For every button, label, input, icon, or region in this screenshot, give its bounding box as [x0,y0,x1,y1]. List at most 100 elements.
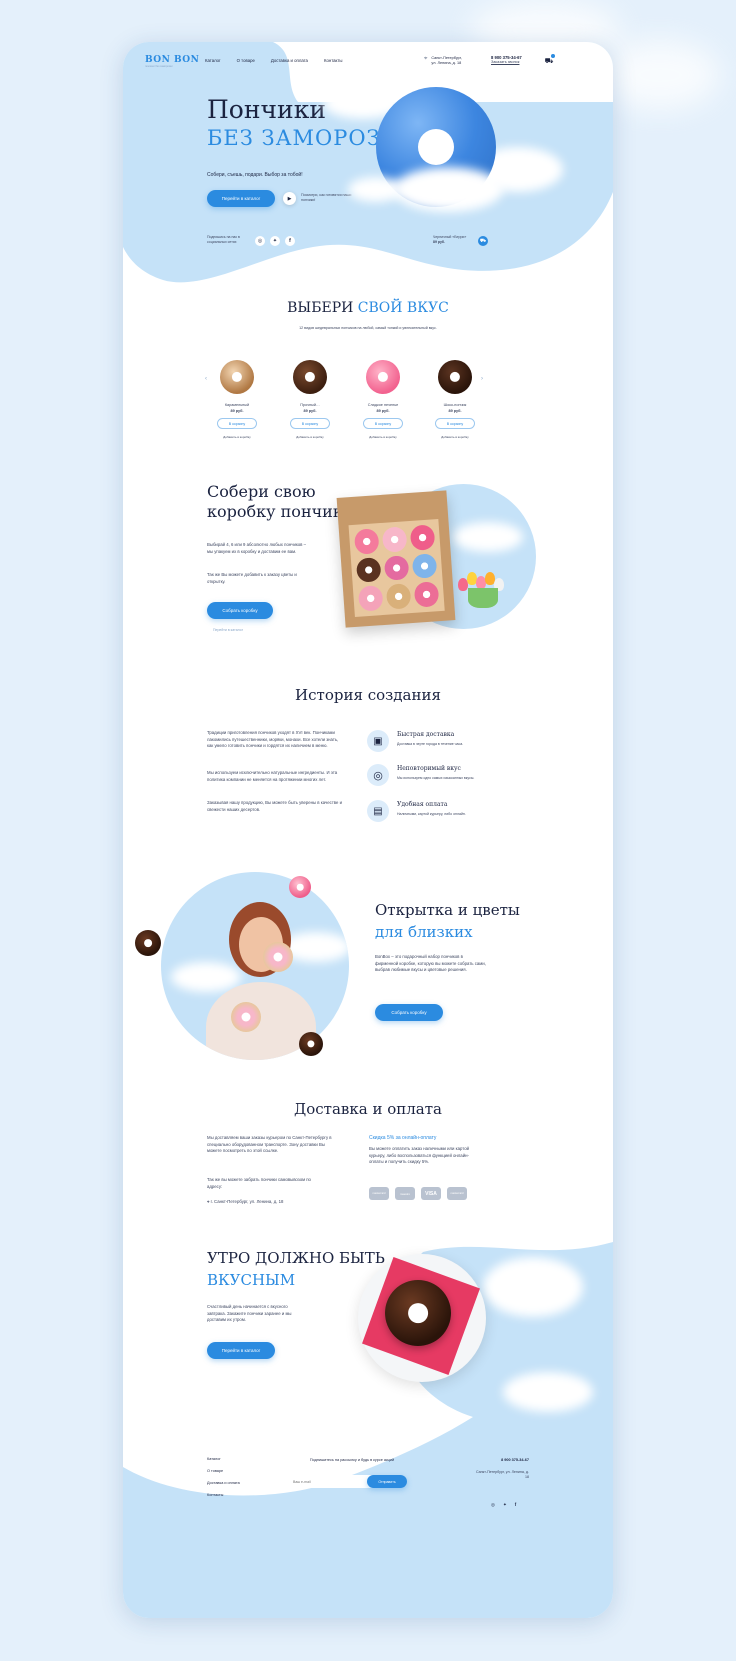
flavor-add-button[interactable]: В корзину [435,418,475,429]
flavor-donut-image [293,360,327,394]
hero-add-to-cart-button[interactable]: ⛟ [478,236,488,246]
box-donut [411,552,438,580]
flavor-add-box-link[interactable]: Добавить в коробку [207,434,267,441]
morning-title-line2: вкусным [207,1271,296,1289]
email-input[interactable] [293,1478,363,1485]
box-donut [385,583,412,610]
morning-catalog-button[interactable]: Перейти в каталог [207,1342,275,1359]
box-donut [413,581,440,608]
flavor-price: 89 руб. [448,409,462,413]
morning-text: Счастливый день начинается с вкусного за… [207,1304,292,1322]
flavor-price: 89 руб. [230,409,244,413]
box-text-2: Так же Вы можете добавить к заказу цветы… [207,572,297,584]
subscribe-button[interactable]: Отправить [367,1475,407,1488]
donut-box-image [336,490,456,628]
facebook-button[interactable]: f [285,236,295,246]
gift-title: Открытка и цветы для близких [375,899,520,943]
instagram-icon: ◎ [257,238,263,244]
nav-item-about[interactable]: О товаре [237,58,255,63]
footer-nav: Каталог О товаре Доставка и оплата Конта… [207,1457,240,1497]
floating-donut-image [135,930,161,956]
nav-item-catalog[interactable]: Каталог [205,58,221,63]
history-title: История создания [295,686,441,704]
flavor-add-button[interactable]: В корзину [217,418,257,429]
morning-title-line1: Утро должно быть [207,1249,385,1267]
hero-catalog-button[interactable]: Перейти в каталог [207,190,275,207]
hero-product-name: Черничный «Берри» [433,235,467,239]
cart-button[interactable]: ⛟ [542,54,556,68]
feature-title: Удобная оплата [397,801,448,808]
twitter-button[interactable]: ✦ [270,236,280,246]
gift-photo [161,872,349,1060]
twitter-icon[interactable]: ✦ [503,1502,507,1508]
instagram-icon[interactable]: ◎ [491,1502,495,1508]
payment-methods: mastercard maestro VISA mastercard [369,1187,467,1200]
delivery-box-icon: ▣ [367,730,389,752]
flavors-next-arrow-icon[interactable]: › [481,376,483,382]
hero-product-info: Черничный «Берри» 89 руб. [433,235,466,244]
morning-cloud [483,1257,583,1317]
social-caption: Подпишись на нас в социальных сетях [207,235,240,244]
morning-chocolate-donut-image [385,1280,451,1346]
build-box-button[interactable]: Собрать коробку [207,602,273,619]
flavors-subtitle: 12 видов шедевральных пончиков на любой,… [299,326,437,330]
twitter-icon: ✦ [272,238,278,244]
box-donut [383,554,410,582]
flavor-add-box-link[interactable]: Добавить в коробку [425,434,485,441]
hero-subtitle: Собери, съешь, подари. Выбор за тобой! [207,172,303,178]
footer-link-contacts[interactable]: Контакты [207,1493,240,1497]
gift-text: BonBox – это подарочный набор пончиков в… [375,954,486,972]
history-paragraph-1: Традиции приготовления пончиков уходят в… [207,730,339,748]
footer-link-catalog[interactable]: Каталог [207,1457,240,1461]
feature-title: Быстрая доставка [397,731,455,738]
morning-cloud [503,1372,593,1412]
address-text: Санкт-Петербург, ул. Ленина, д. 18 [431,56,462,65]
morning-title: Утро должно быть вкусным [207,1247,385,1291]
subscribe-form: Отправить [287,1475,407,1488]
box-donut [357,585,384,612]
callback-link[interactable]: Заказать звонок [491,60,522,64]
box-catalog-link[interactable]: Перейти в каталог [213,627,243,634]
delivery-paragraph-1: Мы доставляем ваши заказы курьером по Са… [207,1135,332,1153]
background-cloud [600,40,720,110]
nav-item-delivery[interactable]: Доставка и оплата [271,58,308,63]
facebook-icon: f [289,238,291,244]
cart-icon: ⛟ [479,237,487,244]
logo[interactable]: BON BON пончики без заморозки [145,55,199,68]
play-icon: ▶ [287,195,292,202]
flavor-add-button[interactable]: В корзину [363,418,403,429]
box-donut [409,524,436,551]
flavor-donut-image [220,360,254,394]
gift-build-box-button[interactable]: Собрать коробку [375,1004,443,1021]
instagram-button[interactable]: ◎ [255,236,265,246]
flavors-title-b: СВОЙ ВКУС [357,300,449,316]
flavors-prev-arrow-icon[interactable]: ‹ [205,376,207,382]
location-pin-icon: ⌖ [424,56,428,62]
tulips-bouquet-image [458,572,508,612]
history-paragraph-3: Заказывая нашу продукцию, Вы можете быть… [207,800,343,812]
pickup-address-text: г. Санкт-Петербург, ул. Ленина, д. 18 [210,1199,284,1204]
facebook-icon[interactable]: f [515,1502,517,1508]
footer-link-about[interactable]: О товаре [207,1469,240,1473]
delivery-title: Доставка и оплата [294,1100,442,1118]
held-donut-image [231,1002,261,1032]
flavor-add-box-link[interactable]: Добавить в коробку [353,434,413,441]
footer-phone[interactable]: 8 900 375-34-67 [443,1458,529,1462]
flavor-price: 89 руб. [376,409,390,413]
discount-text: Вы можете оплатить заказ наличными или к… [369,1146,469,1164]
footer-link-delivery[interactable]: Доставка и оплата [207,1481,240,1485]
hero-cloud [393,167,503,212]
nav-item-contacts[interactable]: Контакты [324,58,343,63]
video-caption: Посмотри, как готовятся наши пончики! [301,193,352,202]
feature-title: Неповторимый вкус [397,765,461,772]
flavor-add-box-link[interactable]: Добавить в коробку [280,434,340,441]
history-paragraph-2: Мы используем исключительно натуральные … [207,770,338,782]
box-donut [381,526,408,553]
gift-title-line1: Открытка и цветы [375,901,520,919]
flavor-donut-image [438,360,472,394]
gift-title-line2: для близких [375,923,473,941]
box-cloud [453,522,523,552]
play-video-button[interactable]: ▶ [283,192,296,205]
mastercard-icon: mastercard [447,1187,467,1200]
flavor-add-button[interactable]: В корзину [290,418,330,429]
